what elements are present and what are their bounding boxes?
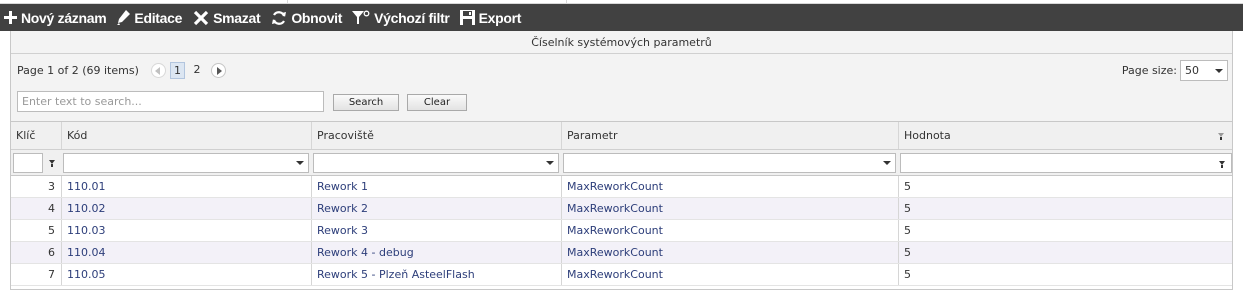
cell-key: 4 xyxy=(48,202,55,215)
export-button[interactable]: Export xyxy=(459,4,522,31)
new-record-label: Nový záznam xyxy=(21,9,107,26)
cell-key: 3 xyxy=(48,180,55,193)
cell-key: 7 xyxy=(48,268,55,281)
cell-workplace: Rework 4 - debug xyxy=(311,242,561,263)
page-size-label: Page size: xyxy=(1121,64,1177,77)
cross-icon xyxy=(193,10,209,25)
search-button[interactable]: Search xyxy=(333,94,399,111)
table-row[interactable]: 5 110.03 Rework 3 MaxReworkCount 5 xyxy=(11,220,1232,242)
table-row[interactable]: 7 110.05 Rework 5 - Plzeň AsteelFlash Ma… xyxy=(11,264,1232,286)
cell-code: 110.01 xyxy=(61,176,311,197)
table-row[interactable]: 4 110.02 Rework 2 MaxReworkCount 5 xyxy=(11,198,1232,220)
header-key[interactable]: Klíč xyxy=(11,122,61,149)
export-label: Export xyxy=(478,9,522,26)
cell-code: 110.04 xyxy=(61,242,311,263)
refresh-button[interactable]: Obnovit xyxy=(271,4,342,31)
page-2-link[interactable]: 2 xyxy=(191,62,203,79)
filter-code-select[interactable] xyxy=(63,153,309,173)
filter-workplace-select[interactable] xyxy=(313,153,559,173)
default-filter-label: Výchozí filtr xyxy=(374,9,450,26)
chevron-down-icon xyxy=(883,161,891,165)
default-filter-button[interactable]: Výchozí filtr xyxy=(352,4,450,31)
cell-parameter: MaxReworkCount xyxy=(561,176,898,197)
cell-parameter: MaxReworkCount xyxy=(561,220,898,241)
chevron-down-icon xyxy=(296,161,304,165)
search-bar: Enter text to search... Search Clear xyxy=(11,87,1232,122)
filter-key-icon[interactable] xyxy=(49,160,55,167)
filter-parameter-select[interactable] xyxy=(563,153,896,173)
header-code[interactable]: Kód xyxy=(61,122,311,149)
pager: Page 1 of 2 (69 items) 1 2 Page size: 50 xyxy=(11,54,1232,87)
grid-title: Číselník systémových parametrů xyxy=(11,31,1232,54)
save-icon xyxy=(459,10,475,25)
header-value[interactable]: Hodnota xyxy=(898,122,1233,149)
header-filter-icon[interactable] xyxy=(1218,133,1224,140)
toolbar: Nový záznam Editace Smazat Obnovit Výcho… xyxy=(0,4,1243,31)
cell-value: 5 xyxy=(898,264,1233,285)
cell-value: 5 xyxy=(898,198,1233,219)
cell-parameter: MaxReworkCount xyxy=(561,198,898,219)
cell-value: 5 xyxy=(898,176,1233,197)
filter-value-icon[interactable] xyxy=(1219,161,1225,168)
cell-value: 5 xyxy=(898,220,1233,241)
filter-value-input[interactable] xyxy=(900,153,1232,173)
search-input[interactable]: Enter text to search... xyxy=(17,91,324,112)
cell-code: 110.05 xyxy=(61,264,311,285)
filter-key-input[interactable] xyxy=(13,153,43,173)
cell-workplace: Rework 1 xyxy=(311,176,561,197)
cell-parameter: MaxReworkCount xyxy=(561,242,898,263)
cell-key: 6 xyxy=(48,246,55,259)
column-headers: Klíč Kód Pracoviště Parametr Hodnota xyxy=(11,122,1232,150)
new-record-button[interactable]: Nový záznam xyxy=(4,4,107,31)
page-size-select[interactable]: 50 xyxy=(1180,60,1228,81)
cell-code: 110.02 xyxy=(61,198,311,219)
cell-value: 5 xyxy=(898,242,1233,263)
pager-info: Page 1 of 2 (69 items) xyxy=(17,64,139,77)
delete-label: Smazat xyxy=(213,9,261,26)
chevron-down-icon xyxy=(546,161,554,165)
edit-button[interactable]: Editace xyxy=(117,4,182,31)
cell-workplace: Rework 3 xyxy=(311,220,561,241)
edit-label: Editace xyxy=(134,9,183,26)
clear-button[interactable]: Clear xyxy=(407,94,467,111)
plus-icon xyxy=(4,11,17,24)
refresh-label: Obnovit xyxy=(291,9,343,26)
cell-workplace: Rework 2 xyxy=(311,198,561,219)
header-workplace[interactable]: Pracoviště xyxy=(311,122,561,149)
prev-page-icon[interactable] xyxy=(151,63,166,78)
filter-row xyxy=(11,150,1232,176)
cell-key: 5 xyxy=(48,224,55,237)
page-1-link[interactable]: 1 xyxy=(170,62,185,79)
refresh-icon xyxy=(272,10,287,25)
table-row[interactable]: 3 110.01 Rework 1 MaxReworkCount 5 xyxy=(11,176,1232,198)
delete-button[interactable]: Smazat xyxy=(193,4,261,31)
page-size-value: 50 xyxy=(1185,64,1199,77)
table-row[interactable]: 6 110.04 Rework 4 - debug MaxReworkCount… xyxy=(11,242,1232,264)
cell-parameter: MaxReworkCount xyxy=(561,264,898,285)
next-page-icon[interactable] xyxy=(211,63,226,78)
header-parameter[interactable]: Parametr xyxy=(561,122,898,149)
cell-workplace: Rework 5 - Plzeň AsteelFlash xyxy=(311,264,561,285)
grid-body: 3 110.01 Rework 1 MaxReworkCount 5 4 110… xyxy=(11,176,1232,286)
data-grid: Číselník systémových parametrů Page 1 of… xyxy=(10,31,1233,290)
pencil-icon xyxy=(117,10,131,25)
filter-icon xyxy=(352,10,370,24)
chevron-down-icon xyxy=(1215,69,1223,73)
cell-code: 110.03 xyxy=(61,220,311,241)
